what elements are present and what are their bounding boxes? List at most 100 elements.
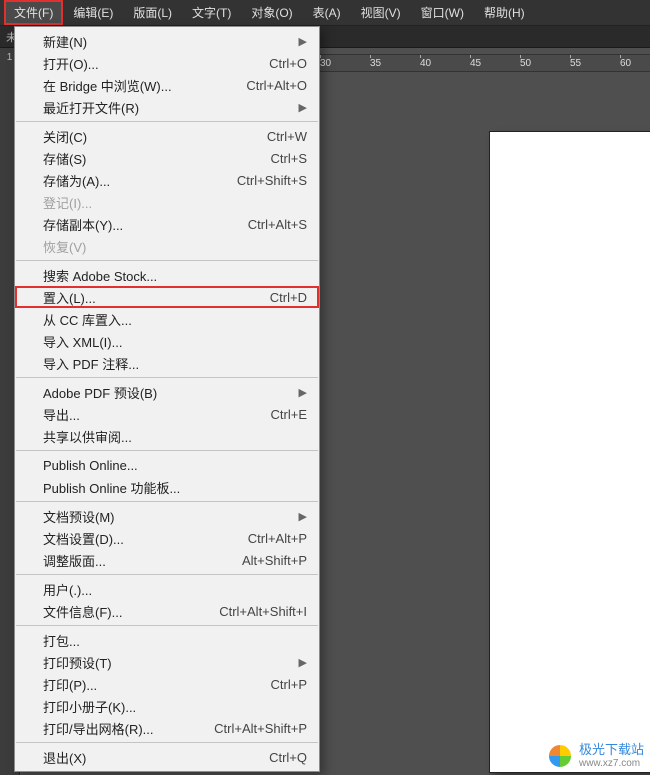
submenu-arrow-icon: ▶ bbox=[299, 101, 307, 114]
ruler-tick: 55 bbox=[570, 58, 620, 69]
menu-item-doc-presets[interactable]: 文档预设(M) ▶ bbox=[15, 505, 319, 527]
menu-item-recent[interactable]: 最近打开文件(R) ▶ bbox=[15, 96, 319, 118]
menu-separator bbox=[16, 121, 318, 122]
menu-label: 最近打开文件(R) bbox=[43, 98, 279, 117]
menubar-item-window[interactable]: 窗口(W) bbox=[411, 0, 474, 25]
menu-shortcut: Ctrl+W bbox=[267, 129, 307, 144]
menu-item-browse-bridge[interactable]: 在 Bridge 中浏览(W)... Ctrl+Alt+O bbox=[15, 74, 319, 96]
menu-separator bbox=[16, 450, 318, 451]
menu-shortcut: Ctrl+Alt+Shift+I bbox=[219, 604, 307, 619]
menu-label: 存储为(A)... bbox=[43, 171, 217, 190]
watermark-name: 极光下载站 bbox=[579, 743, 644, 757]
menu-label: 打印预设(T) bbox=[43, 653, 279, 672]
menu-label: 共享以供审阅... bbox=[43, 427, 307, 446]
menu-label: 置入(L)... bbox=[43, 288, 250, 307]
menu-item-new[interactable]: 新建(N) ▶ bbox=[15, 30, 319, 52]
watermark-logo-icon bbox=[547, 743, 573, 769]
menu-label: 存储(S) bbox=[43, 149, 251, 168]
menubar-item-help[interactable]: 帮助(H) bbox=[474, 0, 535, 25]
menu-item-exit[interactable]: 退出(X) Ctrl+Q bbox=[15, 746, 319, 768]
menu-label: 文档预设(M) bbox=[43, 507, 279, 526]
menu-label: 退出(X) bbox=[43, 748, 249, 767]
menubar-item-layout[interactable]: 版面(L) bbox=[123, 0, 182, 25]
menu-item-place[interactable]: 置入(L)... Ctrl+D bbox=[15, 286, 319, 308]
menu-item-package[interactable]: 打包... bbox=[15, 629, 319, 651]
menu-label: 打开(O)... bbox=[43, 54, 249, 73]
menu-item-share-review[interactable]: 共享以供审阅... bbox=[15, 425, 319, 447]
menu-separator bbox=[16, 574, 318, 575]
menu-item-import-xml[interactable]: 导入 XML(I)... bbox=[15, 330, 319, 352]
menu-item-print-booklet[interactable]: 打印小册子(K)... bbox=[15, 695, 319, 717]
ruler-tick: 45 bbox=[470, 58, 520, 69]
menubar-item-view[interactable]: 视图(V) bbox=[351, 0, 411, 25]
menu-label: 导入 XML(I)... bbox=[43, 332, 307, 351]
menu-item-print-grid[interactable]: 打印/导出网格(R)... Ctrl+Alt+Shift+P bbox=[15, 717, 319, 739]
menu-item-file-info[interactable]: 文件信息(F)... Ctrl+Alt+Shift+I bbox=[15, 600, 319, 622]
menu-shortcut: Ctrl+Shift+S bbox=[237, 173, 307, 188]
menu-item-place-cc[interactable]: 从 CC 库置入... bbox=[15, 308, 319, 330]
menu-label: 文件信息(F)... bbox=[43, 602, 199, 621]
menu-item-import-pdf-comments[interactable]: 导入 PDF 注释... bbox=[15, 352, 319, 374]
ruler-tick: 35 bbox=[370, 58, 420, 69]
menu-item-publish-online[interactable]: Publish Online... bbox=[15, 454, 319, 476]
menubar: 文件(F) 编辑(E) 版面(L) 文字(T) 对象(O) 表(A) 视图(V)… bbox=[0, 0, 650, 26]
menu-item-revert: 恢复(V) bbox=[15, 235, 319, 257]
menu-label: 打包... bbox=[43, 631, 307, 650]
ruler-origin: 1 bbox=[7, 52, 13, 63]
menu-label: 关闭(C) bbox=[43, 127, 247, 146]
submenu-arrow-icon: ▶ bbox=[299, 510, 307, 523]
menu-shortcut: Ctrl+P bbox=[271, 677, 307, 692]
menu-shortcut: Ctrl+S bbox=[271, 151, 307, 166]
menu-separator bbox=[16, 742, 318, 743]
menu-item-print-presets[interactable]: 打印预设(T) ▶ bbox=[15, 651, 319, 673]
menubar-item-table[interactable]: 表(A) bbox=[303, 0, 351, 25]
menu-label: 文档设置(D)... bbox=[43, 529, 228, 548]
menu-label: 导入 PDF 注释... bbox=[43, 354, 307, 373]
menu-label: 打印/导出网格(R)... bbox=[43, 719, 194, 738]
menu-item-close[interactable]: 关闭(C) Ctrl+W bbox=[15, 125, 319, 147]
menu-label: 导出... bbox=[43, 405, 251, 424]
menu-label: Adobe PDF 预设(B) bbox=[43, 383, 279, 402]
menubar-item-object[interactable]: 对象(O) bbox=[241, 0, 302, 25]
menu-shortcut: Ctrl+Q bbox=[269, 750, 307, 765]
menu-item-user[interactable]: 用户(.)... bbox=[15, 578, 319, 600]
menu-label: Publish Online 功能板... bbox=[43, 478, 307, 497]
menu-item-pdf-presets[interactable]: Adobe PDF 预设(B) ▶ bbox=[15, 381, 319, 403]
menu-separator bbox=[16, 260, 318, 261]
menu-item-print[interactable]: 打印(P)... Ctrl+P bbox=[15, 673, 319, 695]
menu-item-adjust-layout[interactable]: 调整版面... Alt+Shift+P bbox=[15, 549, 319, 571]
menu-label: 存储副本(Y)... bbox=[43, 215, 228, 234]
menu-label: 在 Bridge 中浏览(W)... bbox=[43, 76, 226, 95]
submenu-arrow-icon: ▶ bbox=[299, 656, 307, 669]
menu-item-save-as[interactable]: 存储为(A)... Ctrl+Shift+S bbox=[15, 169, 319, 191]
ruler-tick: 50 bbox=[520, 58, 570, 69]
menu-shortcut: Ctrl+O bbox=[269, 56, 307, 71]
page[interactable] bbox=[490, 132, 650, 772]
menu-shortcut: Ctrl+Alt+O bbox=[246, 78, 307, 93]
menu-label: 新建(N) bbox=[43, 32, 279, 51]
canvas[interactable] bbox=[320, 72, 650, 775]
menu-item-doc-setup[interactable]: 文档设置(D)... Ctrl+Alt+P bbox=[15, 527, 319, 549]
submenu-arrow-icon: ▶ bbox=[299, 35, 307, 48]
menu-item-publish-dashboard[interactable]: Publish Online 功能板... bbox=[15, 476, 319, 498]
menu-separator bbox=[16, 501, 318, 502]
menu-item-open[interactable]: 打开(O)... Ctrl+O bbox=[15, 52, 319, 74]
menubar-item-edit[interactable]: 编辑(E) bbox=[63, 0, 123, 25]
menu-label: 登记(I)... bbox=[43, 193, 307, 212]
menu-item-search-stock[interactable]: 搜索 Adobe Stock... bbox=[15, 264, 319, 286]
menu-label: 打印(P)... bbox=[43, 675, 251, 694]
menu-label: 从 CC 库置入... bbox=[43, 310, 307, 329]
menu-label: 用户(.)... bbox=[43, 580, 307, 599]
menu-shortcut: Ctrl+Alt+P bbox=[248, 531, 307, 546]
menubar-item-file[interactable]: 文件(F) bbox=[4, 0, 63, 25]
ruler-tick: 40 bbox=[420, 58, 470, 69]
ruler-tick: 60 bbox=[620, 58, 650, 69]
menubar-item-type[interactable]: 文字(T) bbox=[182, 0, 241, 25]
ruler-tick: 30 bbox=[320, 58, 370, 69]
menu-shortcut: Ctrl+Alt+Shift+P bbox=[214, 721, 307, 736]
menu-item-export[interactable]: 导出... Ctrl+E bbox=[15, 403, 319, 425]
watermark-url: www.xz7.com bbox=[579, 758, 644, 769]
ruler-horizontal: 30 35 40 45 50 55 60 bbox=[320, 54, 650, 72]
menu-item-save-copy[interactable]: 存储副本(Y)... Ctrl+Alt+S bbox=[15, 213, 319, 235]
menu-item-save[interactable]: 存储(S) Ctrl+S bbox=[15, 147, 319, 169]
